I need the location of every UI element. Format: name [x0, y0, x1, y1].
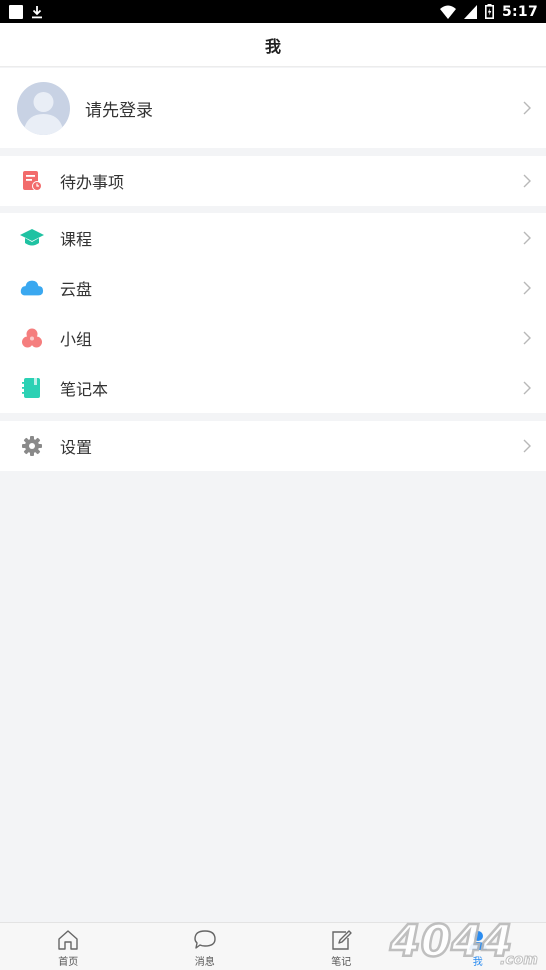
notification-square-icon [9, 4, 23, 19]
chevron-right-icon [523, 231, 531, 245]
avatar [17, 81, 70, 135]
notebook-icon [20, 376, 44, 400]
menu-item-label: 设置 [60, 438, 93, 457]
wifi-icon [439, 5, 456, 19]
menu-item-cloud-drive[interactable]: 云盘 [0, 263, 546, 313]
menu-item-label: 小组 [60, 330, 93, 349]
page-title: 我 [264, 36, 281, 56]
menu-item-label: 课程 [60, 230, 93, 249]
chevron-right-icon [523, 331, 531, 345]
menu-item-settings[interactable]: 设置 [0, 421, 546, 471]
nav-label: 笔记 [331, 956, 352, 968]
login-row[interactable]: 请先登录 [0, 68, 546, 148]
user-icon [468, 930, 487, 950]
gear-icon [20, 434, 44, 458]
nav-label: 我 [472, 956, 483, 968]
status-time: 5:17 [501, 3, 538, 20]
graduation-cap-icon [20, 226, 44, 250]
bottom-nav: 首页 消息 笔记 我 [0, 922, 546, 970]
chevron-right-icon [523, 174, 531, 188]
default-avatar-icon [23, 91, 64, 135]
group-learning: 课程 云盘 小组 笔记本 [0, 213, 546, 413]
menu-item-group[interactable]: 小组 [0, 313, 546, 363]
signal-icon [463, 4, 477, 19]
home-icon [58, 929, 78, 950]
menu-item-label: 笔记本 [60, 380, 109, 399]
nav-notes[interactable]: 笔记 [273, 923, 410, 970]
menu-item-label: 云盘 [60, 280, 93, 299]
status-bar: 5:17 [0, 0, 546, 23]
battery-icon [484, 4, 494, 19]
header: 我 [0, 23, 546, 67]
nav-me[interactable]: 我 [410, 923, 546, 970]
group-todo: 待办事项 [0, 156, 546, 206]
group-settings: 设置 [0, 421, 546, 471]
nav-label: 消息 [194, 956, 215, 968]
nav-messages[interactable]: 消息 [137, 923, 274, 970]
chevron-right-icon [523, 439, 531, 453]
menu-item-todo[interactable]: 待办事项 [0, 156, 546, 206]
chat-bubble-icon [194, 929, 216, 949]
chevron-right-icon [523, 381, 531, 395]
cloud-icon [20, 276, 44, 300]
nav-home[interactable]: 首页 [0, 923, 137, 970]
download-icon [32, 5, 42, 18]
chevron-right-icon [523, 101, 531, 115]
edit-note-icon [332, 929, 352, 950]
nav-label: 首页 [58, 956, 79, 968]
group-icon [20, 326, 44, 350]
menu-item-course[interactable]: 课程 [0, 213, 546, 263]
chevron-right-icon [523, 281, 531, 295]
menu-item-label: 待办事项 [60, 173, 125, 192]
todo-icon [20, 169, 44, 193]
menu-item-notebook[interactable]: 笔记本 [0, 363, 546, 413]
login-prompt: 请先登录 [85, 100, 153, 121]
